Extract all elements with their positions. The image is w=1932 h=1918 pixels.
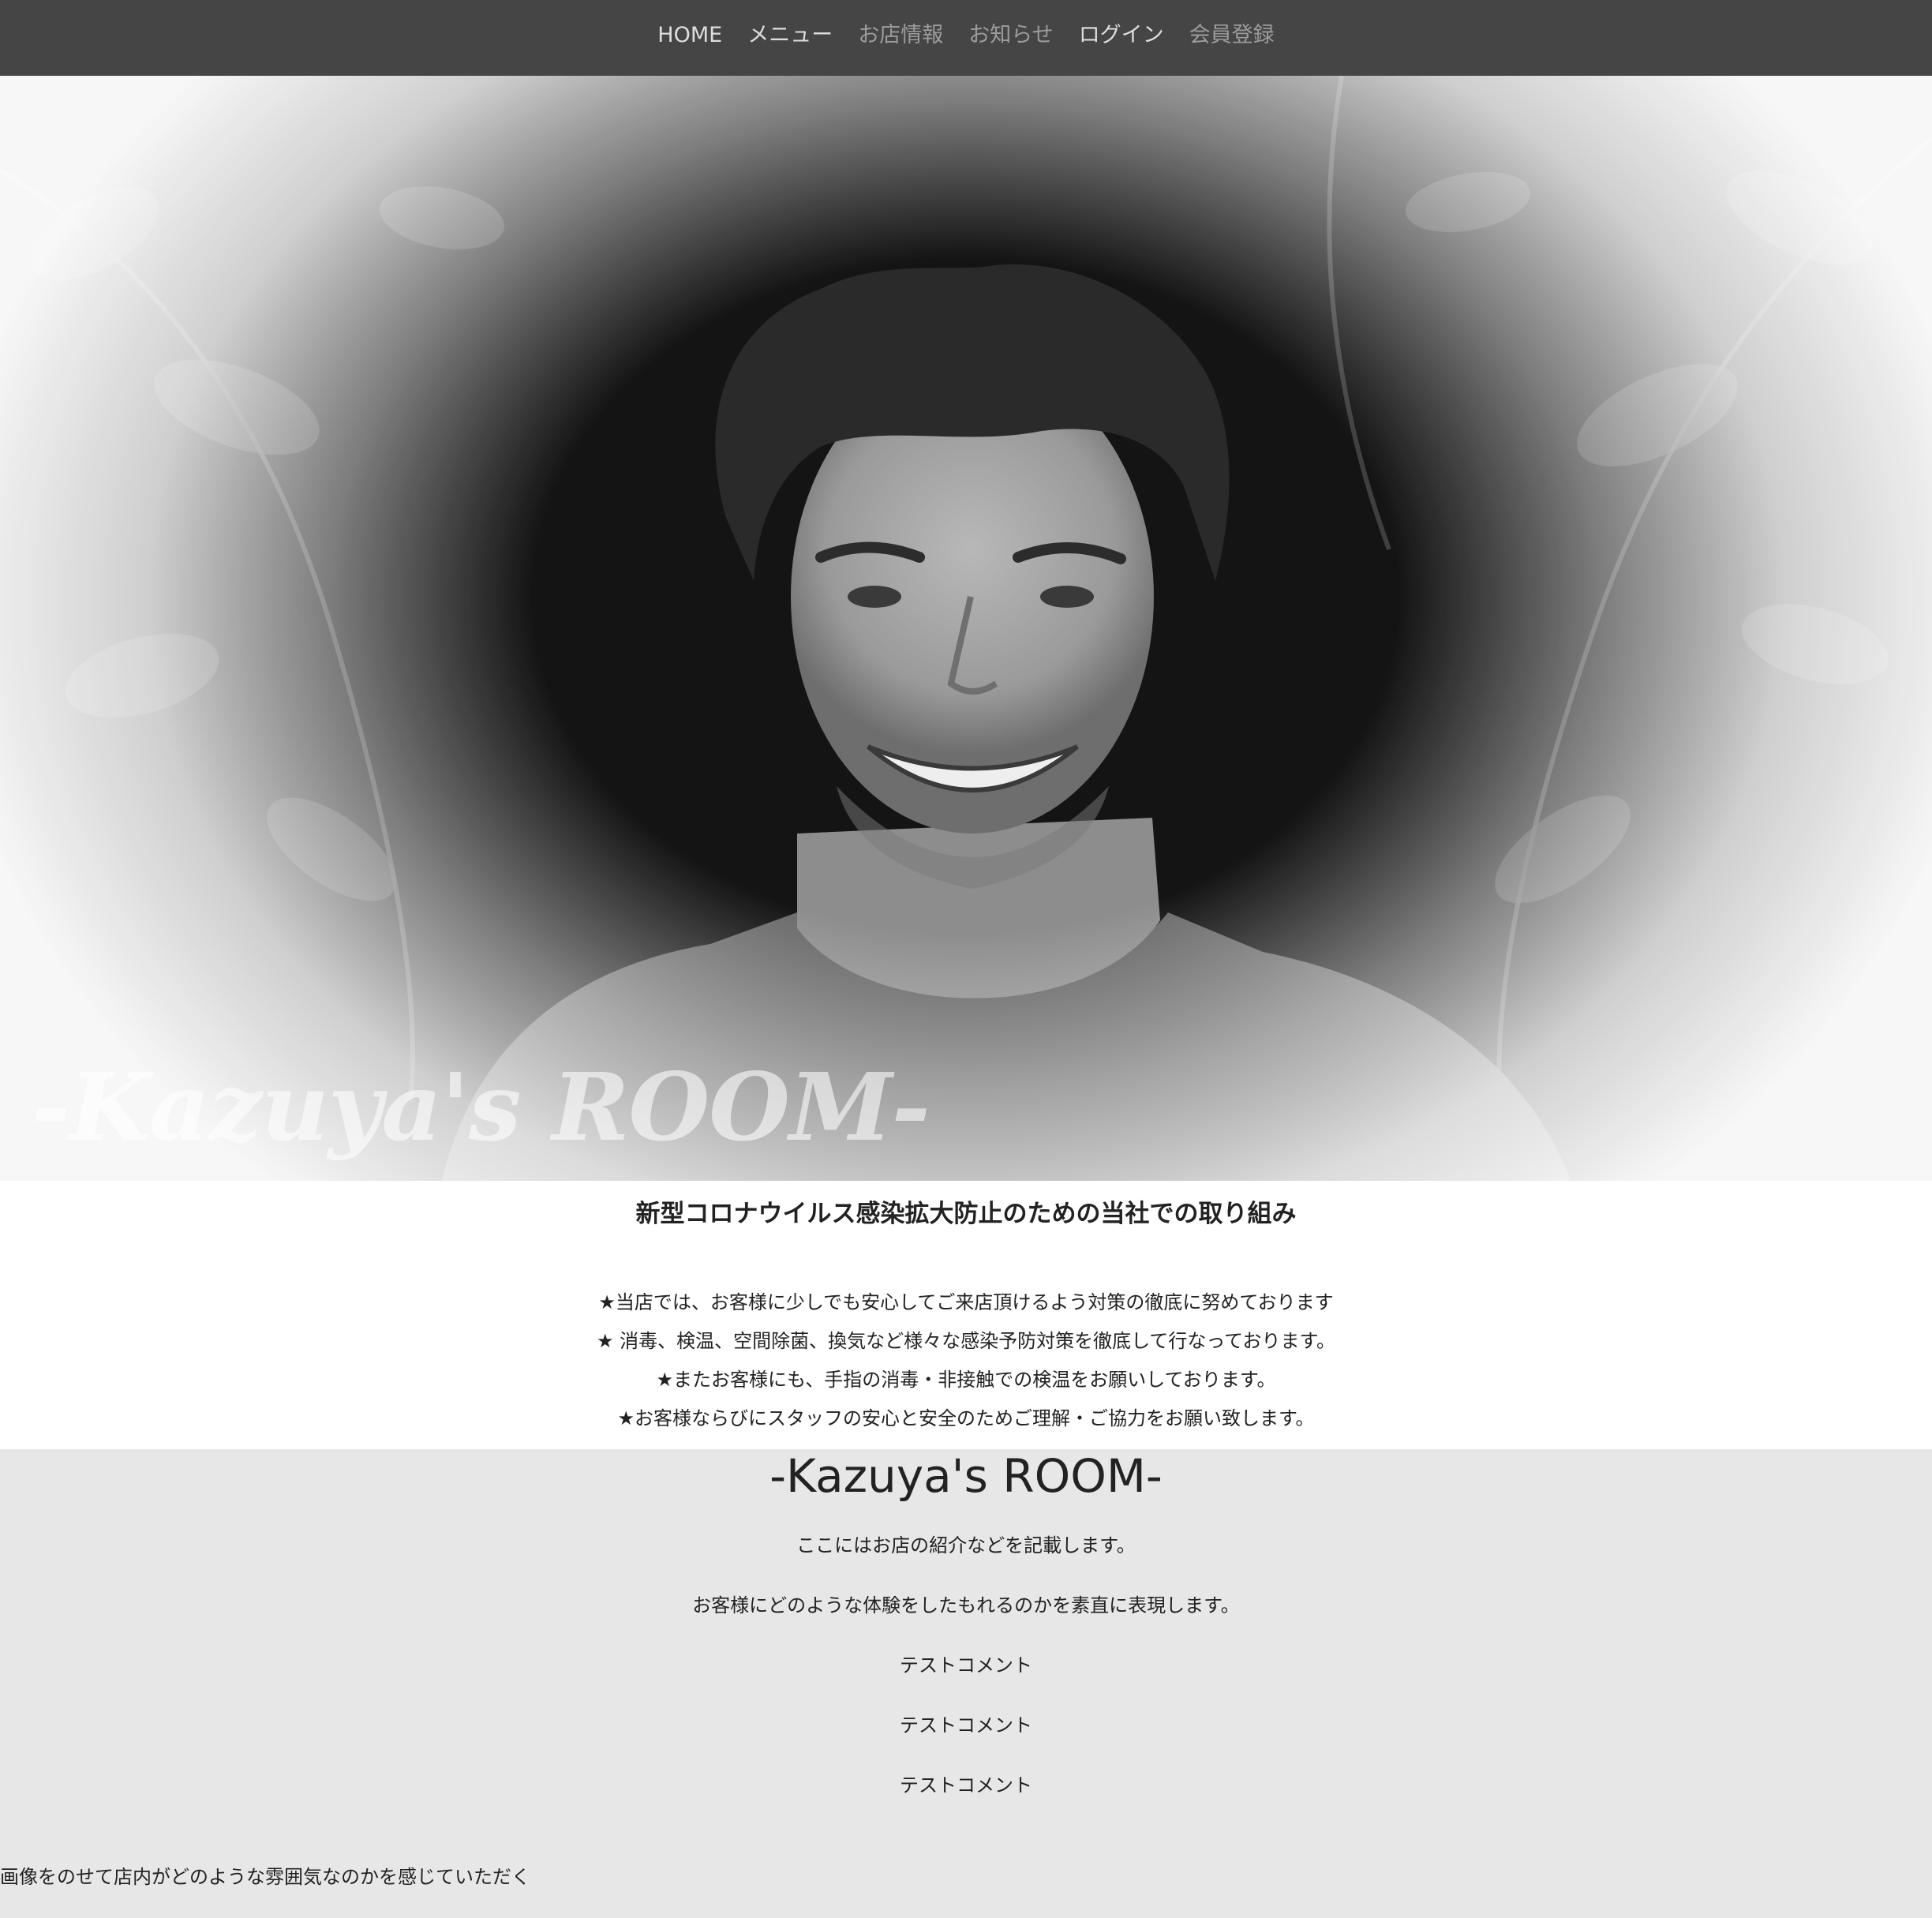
- notice-line: ★お客様ならびにスタッフの安心と安全のためご理解・ご協力をお願い致します。: [617, 1407, 1315, 1429]
- nav-register-link[interactable]: 会員登録: [1189, 24, 1275, 52]
- about-paragraph: テストコメント: [900, 1714, 1032, 1736]
- notice-line: ★ 消毒、検温、空間除菌、換気など様々な感染予防対策を徹底して行なっております。: [596, 1330, 1336, 1352]
- about-paragraph: ここにはお店の紹介などを記載します。: [796, 1534, 1136, 1557]
- about-paragraph: テストコメント: [900, 1774, 1032, 1796]
- hero-photo: [0, 76, 1932, 1181]
- notice-title: 新型コロナウイルス感染拡大防止のための当社での取り組み: [635, 1200, 1297, 1228]
- nav-menu-link[interactable]: メニュー: [747, 24, 833, 52]
- notice-line: ★またお客様にも、手指の消毒・非接触での検温をお願いしております。: [656, 1369, 1276, 1391]
- hero-section: -Kazuya's ROOM-: [0, 76, 1932, 1181]
- about-image-caption: 画像をのせて店内がどのような雰囲気なのかを感じていただく: [0, 1866, 530, 1888]
- about-paragraph: お客様にどのような体験をしたもれるのかを素直に表現します。: [692, 1594, 1240, 1616]
- about-section: -Kazuya's ROOM- ここにはお店の紹介などを記載します。 お客様にど…: [0, 1449, 1932, 1918]
- nav-login-link[interactable]: ログイン: [1079, 24, 1164, 52]
- nav-home-link[interactable]: HOME: [657, 24, 722, 52]
- notice-list: ★当店では、お客様に少しでも安心してご来店頂けるよう対策の徹底に努めております …: [0, 1283, 1932, 1438]
- about-title: -Kazuya's ROOM-: [769, 1449, 1163, 1503]
- hero-logo-text: -Kazuya's ROOM-: [32, 1052, 930, 1162]
- notice-line: ★当店では、お客様に少しでも安心してご来店頂けるよう対策の徹底に努めております: [598, 1291, 1334, 1313]
- nav-news-link[interactable]: お知らせ: [968, 24, 1053, 52]
- top-navigation: HOME メニュー お店情報 お知らせ ログイン 会員登録: [0, 0, 1932, 76]
- covid-notice-section: 新型コロナウイルス感染拡大防止のための当社での取り組み ★当店では、お客様に少し…: [0, 1181, 1932, 1449]
- nav-shop-info-link[interactable]: お店情報: [858, 24, 943, 52]
- about-paragraph: テストコメント: [900, 1654, 1032, 1676]
